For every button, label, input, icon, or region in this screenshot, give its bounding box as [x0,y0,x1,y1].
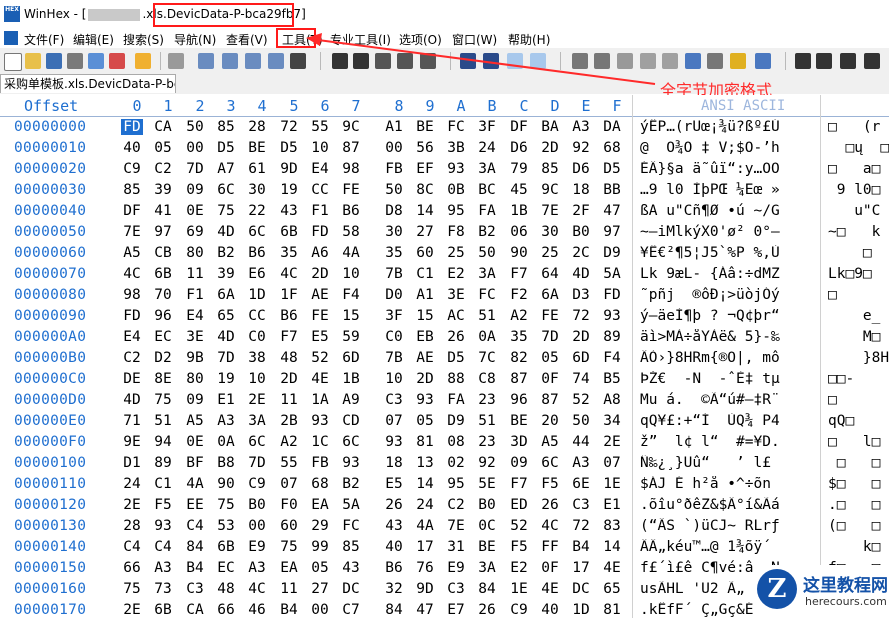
annotation-arrow [306,33,656,85]
watermark-logo-icon: Z [757,569,797,609]
watermark: Z 这里教程网 herecours.com [753,565,889,618]
watermark-text: 这里教程网 [803,576,888,596]
watermark-url: herecours.com [805,595,887,608]
